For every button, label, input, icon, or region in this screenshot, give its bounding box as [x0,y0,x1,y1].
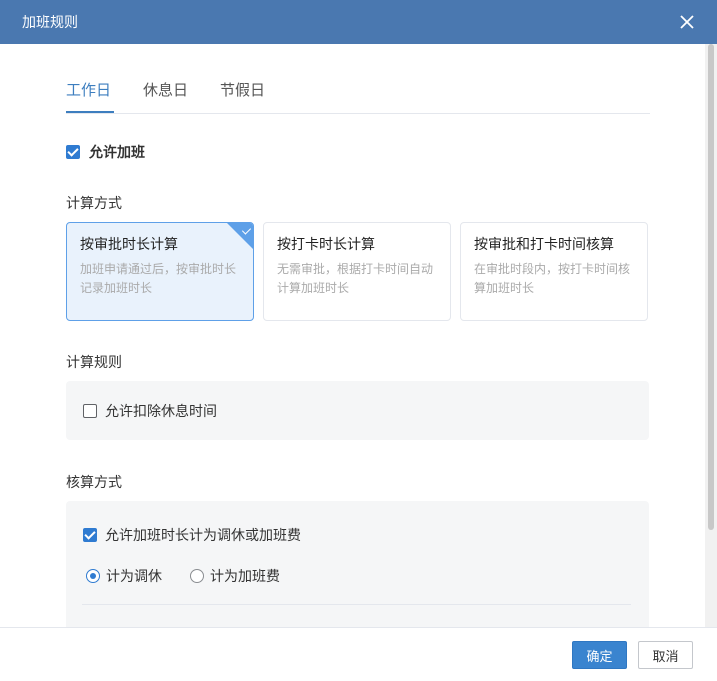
deduct-rest-row[interactable]: 允许扣除休息时间 [83,401,217,421]
comp-leave-label: 计为调休 [106,569,162,585]
overtime-pay-radio[interactable] [190,569,204,583]
calc-card-title: 按打卡时长计算 [277,237,375,253]
allow-overtime-label: 允许加班 [89,145,145,161]
vertical-scrollbar[interactable] [705,44,717,627]
dialog-footer: 确定 取消 [0,627,717,681]
allow-count-row[interactable]: 允许加班时长计为调休或加班费 [83,525,301,545]
allow-overtime-checkbox[interactable] [66,145,80,159]
confirm-button[interactable]: 确定 [572,641,627,669]
calc-method-label: 计算方式 [66,196,122,212]
calc-rules-label: 计算规则 [66,355,122,371]
option-overtime-pay[interactable]: 计为加班费 [190,566,280,586]
comp-leave-radio[interactable] [86,569,100,583]
calc-card-desc: 加班申请通过后，按审批时长记录加班时长 [80,262,237,295]
accounting-divider [82,604,631,605]
accounting-panel: 允许加班时长计为调休或加班费 计为调休 计为加班费 [66,501,649,627]
deduct-rest-checkbox[interactable] [83,404,97,418]
allow-count-checkbox[interactable] [83,528,97,542]
calc-card-approval-duration[interactable]: 按审批时长计算 加班申请通过后，按审批时长记录加班时长 [66,222,254,321]
close-button[interactable] [673,8,701,36]
dialog-body[interactable]: 工作日 休息日 节假日 允许加班 计算方式 按审批时长计算 加班申请通过后，按审… [0,44,705,627]
calc-card-title: 按审批和打卡时间核算 [474,237,614,253]
allow-overtime-row[interactable]: 允许加班 [66,142,145,162]
option-comp-leave[interactable]: 计为调休 [86,566,162,586]
accounting-label: 核算方式 [66,475,122,491]
day-type-tabs: 工作日 休息日 节假日 [66,44,650,114]
close-icon [680,15,694,29]
deduct-rest-label: 允许扣除休息时间 [105,404,217,420]
scrollbar-thumb[interactable] [708,44,714,530]
allow-count-label: 允许加班时长计为调休或加班费 [105,528,301,544]
tab-restday[interactable]: 休息日 [143,79,188,100]
dialog-titlebar: 加班规则 [0,0,717,44]
calc-card-desc: 无需审批，根据打卡时间自动计算加班时长 [277,262,434,295]
tab-workday[interactable]: 工作日 [66,79,111,100]
calc-card-desc: 在审批时段内，按打卡时间核算加班时长 [474,262,631,295]
calc-rules-panel: 允许扣除休息时间 [66,381,649,440]
overtime-rules-dialog: 加班规则 工作日 休息日 节假日 允许加班 计算方式 按审批时长计算 加班申请通… [0,0,717,681]
calc-card-clock-duration[interactable]: 按打卡时长计算 无需审批，根据打卡时间自动计算加班时长 [263,222,451,321]
overtime-pay-label: 计为加班费 [210,569,280,585]
calc-card-approval-and-clock[interactable]: 按审批和打卡时间核算 在审批时段内，按打卡时间核算加班时长 [460,222,648,321]
dialog-title: 加班规则 [22,15,78,31]
tab-holiday[interactable]: 节假日 [220,79,265,100]
active-tab-indicator [66,111,114,113]
cancel-button[interactable]: 取消 [638,641,693,669]
calc-card-title: 按审批时长计算 [80,237,178,253]
